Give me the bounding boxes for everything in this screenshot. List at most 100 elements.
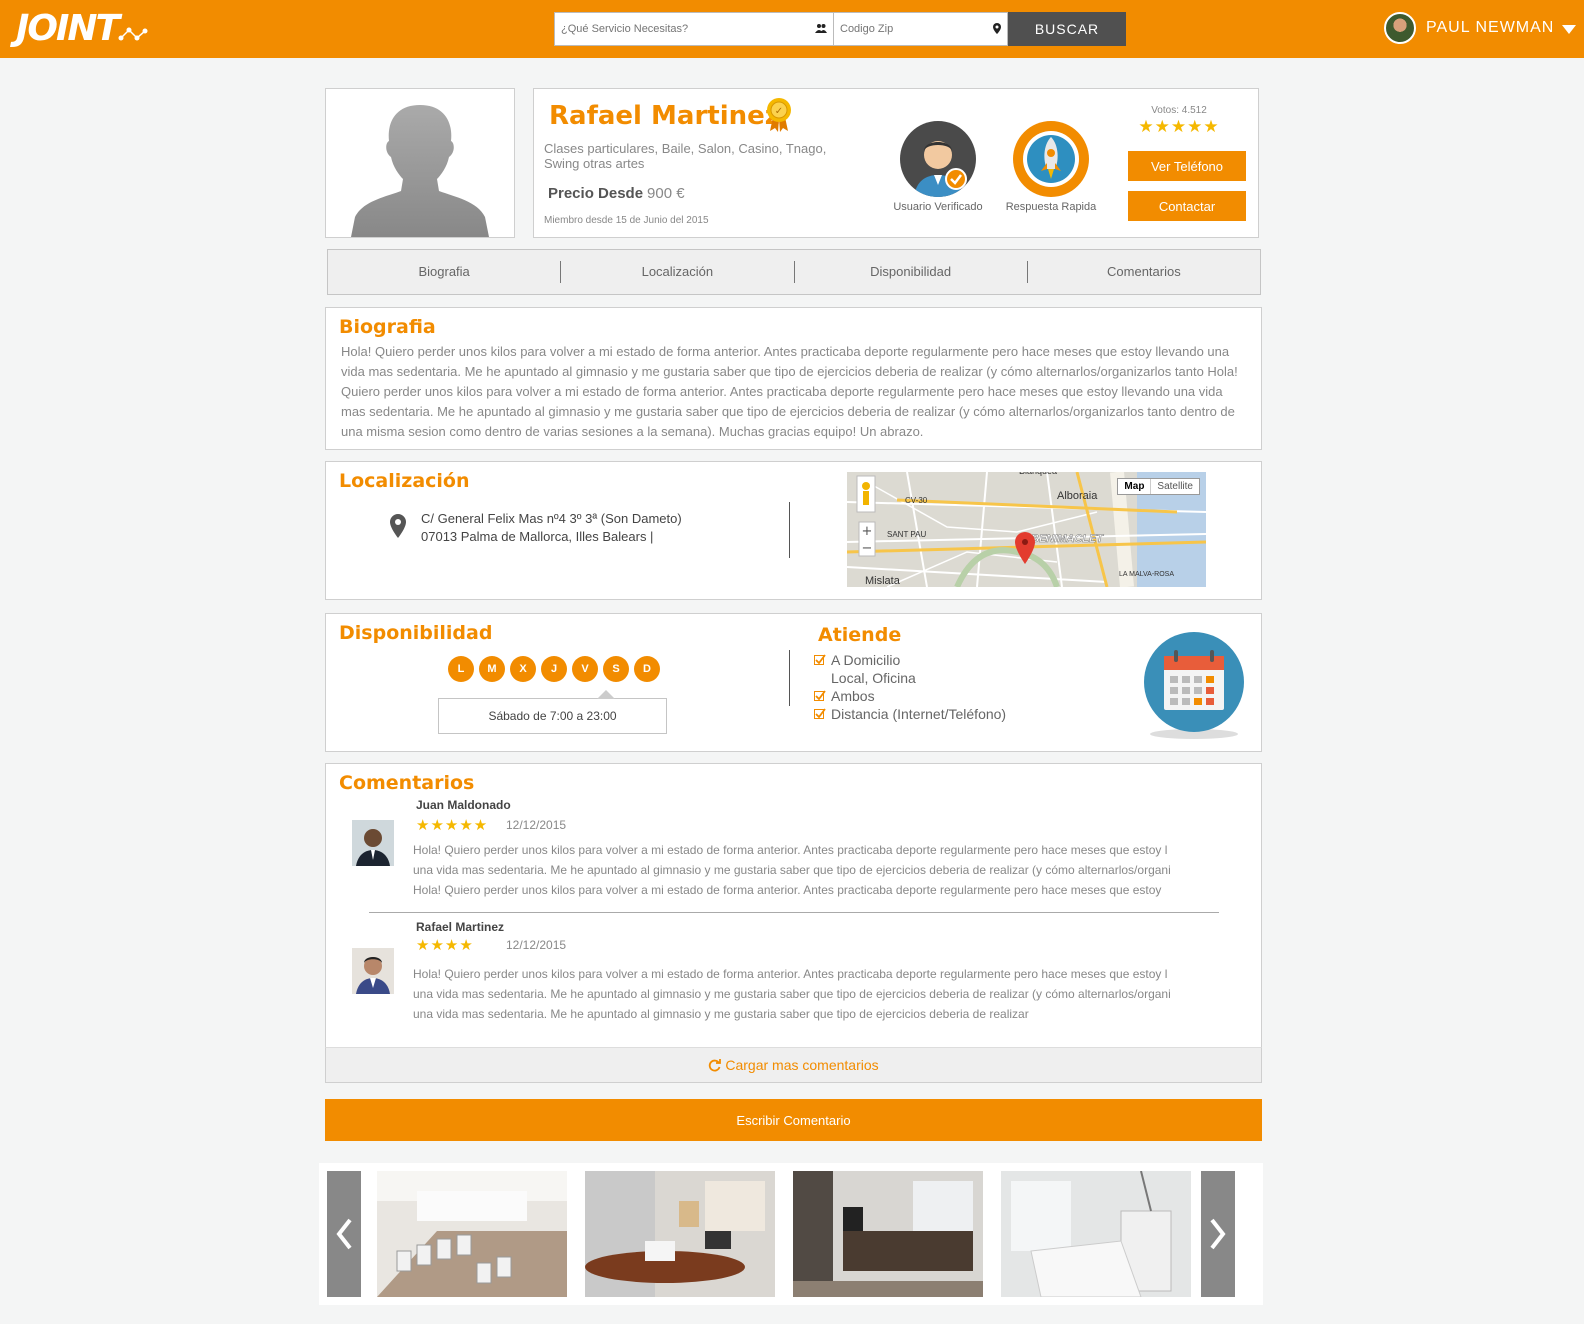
verified-label: Usuario Verificado <box>893 201 983 213</box>
load-more-comments[interactable]: Cargar mas comentarios <box>325 1047 1262 1083</box>
svg-text:−: − <box>862 541 873 556</box>
zip-input[interactable] <box>834 13 1007 45</box>
day-tuesday[interactable]: M <box>479 656 505 682</box>
svg-text:CV-30: CV-30 <box>905 496 928 505</box>
attend-office-label: Local, Oficina <box>831 670 916 686</box>
user-name[interactable]: PAUL NEWMAN <box>1426 19 1554 37</box>
comment-text: Hola! Quiero perder unos kilos para volv… <box>413 964 1233 1024</box>
svg-text:SANT PAU: SANT PAU <box>887 530 926 539</box>
gallery-image-waiting-room[interactable] <box>377 1171 567 1297</box>
user-avatar[interactable] <box>1384 12 1416 44</box>
divider <box>789 502 790 558</box>
day-selector: L M X J V S D <box>448 656 660 682</box>
attend-home-label: A Domicilio <box>831 652 901 668</box>
gallery-image-office-desk[interactable] <box>585 1171 775 1297</box>
map-pin-icon <box>390 514 406 538</box>
tab-disponibilidad[interactable]: Disponibilidad <box>793 261 1027 283</box>
gallery-next-button[interactable] <box>1201 1171 1235 1297</box>
tab-biografia[interactable]: Biografia <box>328 261 560 283</box>
write-comment-button[interactable]: Escribir Comentario <box>325 1099 1262 1141</box>
day-thursday[interactable]: J <box>541 656 567 682</box>
comment-avatar[interactable] <box>352 948 394 994</box>
photo-gallery <box>319 1163 1263 1305</box>
comments-section: Comentarios Juan Maldonado ★★★★★ 12/12/2… <box>325 763 1262 1048</box>
comment-line: una vida mas sedentaria. Me he apuntado … <box>413 863 1171 877</box>
comment-line: una vida mas sedentaria. Me he apuntado … <box>413 987 1171 1001</box>
price: Precio Desde 900 € <box>548 185 685 202</box>
rating-stars: ★★★★★ <box>1138 117 1220 136</box>
address-line-1: C/ General Felix Mas nº4 3º 3ª (Son Dame… <box>421 511 682 526</box>
comment-divider <box>369 912 1219 913</box>
location-pin-icon <box>993 23 1001 37</box>
address: C/ General Felix Mas nº4 3º 3ª (Son Dame… <box>421 510 682 546</box>
refresh-icon <box>709 1059 722 1072</box>
satellite-button[interactable]: Satellite <box>1151 479 1199 494</box>
profile-info: Rafael Martinez ✓ Clases particulares, B… <box>533 88 1259 238</box>
checkbox-checked-icon <box>814 690 826 701</box>
fast-response-badge: Respuesta Rapida <box>996 121 1106 213</box>
calendar-icon <box>1144 632 1244 739</box>
gallery-image-treatment-room[interactable] <box>1001 1171 1191 1297</box>
attend-both: Ambos <box>814 687 1006 705</box>
svg-text:Alboraia: Alboraia <box>1057 490 1098 502</box>
svg-text:BENIMACLET: BENIMACLET <box>1031 533 1104 545</box>
gallery-image-office-room[interactable] <box>793 1171 983 1297</box>
comments-title: Comentarios <box>339 772 475 794</box>
comment-date: 12/12/2015 <box>506 938 567 952</box>
price-value: 900 € <box>647 185 685 202</box>
search-button[interactable]: BUSCAR <box>1008 12 1126 46</box>
tab-comentarios[interactable]: Comentarios <box>1026 261 1260 283</box>
chevron-left-icon <box>336 1218 352 1250</box>
section-tabs: Biografia Localización Disponibilidad Co… <box>327 249 1261 295</box>
tab-localizacion[interactable]: Localización <box>560 261 793 283</box>
location-title: Localización <box>339 470 470 492</box>
user-silhouette-icon <box>351 105 489 237</box>
comment-item: Rafael Martinez ★★★★ 12/12/2015 Hola! Qu… <box>326 916 1261 1026</box>
comment-text: Hola! Quiero perder unos kilos para volv… <box>413 840 1233 900</box>
comment-author: Rafael Martinez <box>416 920 505 934</box>
contact-button[interactable]: Contactar <box>1128 191 1246 221</box>
address-line-2: 07013 Palma de Mallorca, Illes Balears | <box>421 529 654 544</box>
map[interactable]: + − Alboraia Blanquea CV-30 SANT PAU BEN… <box>847 472 1206 587</box>
svg-text:LA MALVA-ROSA: LA MALVA-ROSA <box>1119 571 1174 578</box>
day-saturday[interactable]: S <box>603 656 629 682</box>
service-search-input[interactable] <box>555 13 833 45</box>
comment-line: Hola! Quiero perder unos kilos para volv… <box>413 967 1168 981</box>
location-section: Localización C/ General Felix Mas nº4 3º… <box>325 461 1262 600</box>
comment-avatar[interactable] <box>352 820 394 866</box>
attends-title: Atiende <box>818 624 902 646</box>
bio-text: Hola! Quiero perder unos kilos para volv… <box>341 344 1238 439</box>
comment-item: Juan Maldonado ★★★★★ 12/12/2015 Hola! Qu… <box>326 794 1261 904</box>
attends-list: A Domicilio Local, Oficina Ambos Distanc… <box>814 651 1006 723</box>
search-form: BUSCAR <box>554 12 1126 46</box>
user-menu[interactable]: PAUL NEWMAN <box>1384 12 1577 44</box>
map-button[interactable]: Map <box>1118 479 1152 494</box>
availability-section: Disponibilidad L M X J V S D Sábado de 7… <box>325 613 1262 752</box>
svg-text:Blanquea: Blanquea <box>1019 472 1057 476</box>
svg-text:+: + <box>862 524 873 539</box>
day-sunday[interactable]: D <box>634 656 660 682</box>
verified-badge: Usuario Verificado <box>883 121 993 213</box>
service-search <box>554 12 834 46</box>
chevron-down-icon[interactable] <box>1562 24 1577 34</box>
logo[interactable]: JOINT <box>16 8 120 49</box>
view-phone-button[interactable]: Ver Teléfono <box>1128 151 1246 181</box>
attend-remote-label: Distancia (Internet/Teléfono) <box>831 706 1007 722</box>
comment-line: Hola! Quiero perder unos kilos para volv… <box>413 843 1168 857</box>
map-type-toggle: Map Satellite <box>1117 478 1200 495</box>
divider <box>789 650 790 706</box>
day-wednesday[interactable]: X <box>510 656 536 682</box>
day-friday[interactable]: V <box>572 656 598 682</box>
gallery-prev-button[interactable] <box>327 1171 361 1297</box>
zip-search <box>834 12 1008 46</box>
member-since: Miembro desde 15 de Junio del 2015 <box>544 215 709 226</box>
attend-remote: Distancia (Internet/Teléfono) <box>814 705 1006 723</box>
comment-line: Hola! Quiero perder unos kilos para volv… <box>413 883 1162 897</box>
day-monday[interactable]: L <box>448 656 474 682</box>
comment-stars: ★★★★★ <box>416 817 489 834</box>
load-more-label[interactable]: Cargar mas comentarios <box>725 1057 878 1073</box>
profile-tags: Clases particulares, Baile, Salon, Casin… <box>544 141 827 171</box>
profile-photo <box>325 88 515 238</box>
checkbox-checked-icon <box>814 708 826 719</box>
profile-name: Rafael Martinez <box>549 101 780 131</box>
